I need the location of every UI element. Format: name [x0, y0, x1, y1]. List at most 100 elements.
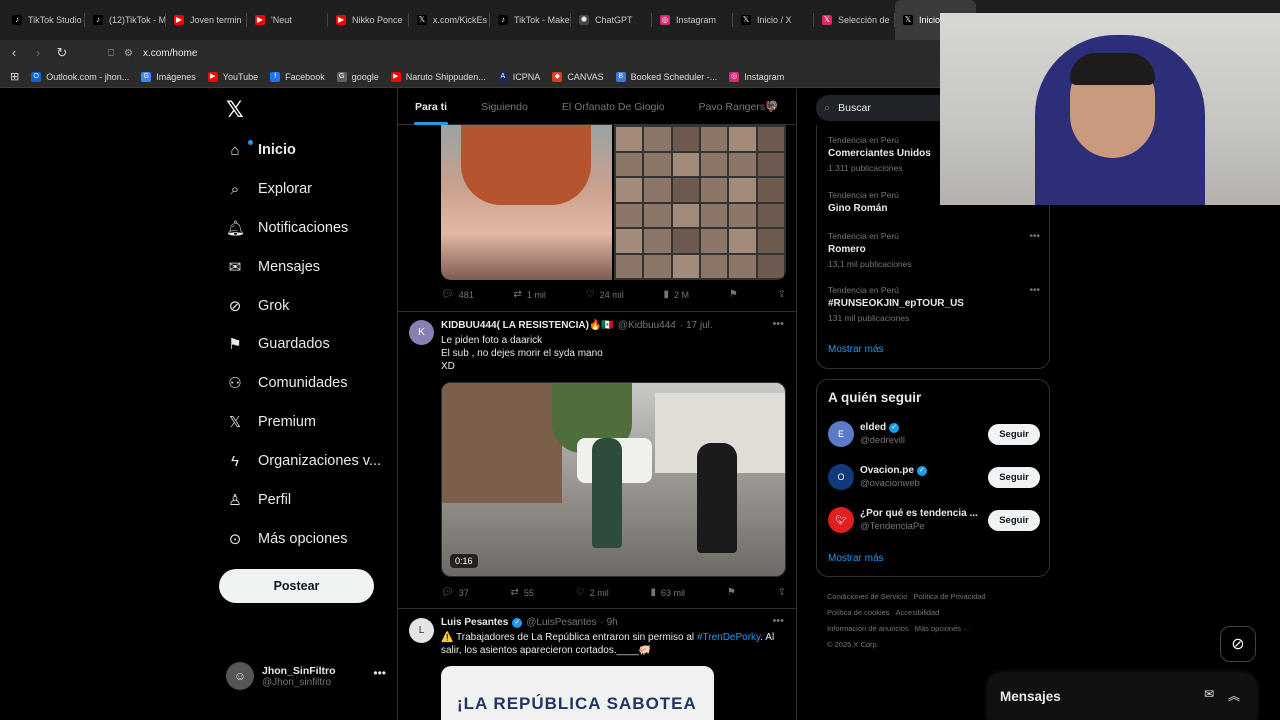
share-button[interactable]: ⇪ — [778, 289, 786, 300]
apps-grid-icon[interactable]: ⊞ — [10, 70, 19, 83]
timeline-tab[interactable]: El Orfanato De Giogio — [545, 89, 682, 125]
forward-icon[interactable]: › — [28, 43, 48, 63]
views-button[interactable]: ▮ 63 mil — [651, 587, 686, 598]
bookmark-item[interactable]: A ICPNA — [497, 71, 540, 82]
bookmark-item[interactable]: B Booked Scheduler -... — [615, 71, 717, 82]
timeline-tab[interactable]: Para ti — [398, 89, 464, 125]
avatar[interactable]: 🐦︎ — [828, 507, 854, 533]
footer-link[interactable]: Información de anuncios — [827, 624, 909, 633]
browser-tab[interactable]: 𝕏 Selección de — [814, 0, 895, 40]
browser-tab[interactable]: ♪ TikTok Studio — [4, 0, 85, 40]
browser-tab[interactable]: ✺ ChatGPT — [571, 0, 652, 40]
repost-button[interactable]: ⇄ 55 — [511, 587, 534, 598]
nav-item-notificaciones[interactable]: 🔔︎ Notificaciones — [226, 216, 348, 240]
more-icon[interactable]: ••• — [373, 666, 386, 680]
author-handle[interactable]: @Kidbuu444 — [618, 320, 676, 331]
browser-tab[interactable]: ♪ (12)TikTok - M — [85, 0, 166, 40]
reply-button[interactable]: 💬︎ 481 — [441, 289, 474, 300]
browser-tab[interactable]: ▶ Joven termin — [166, 0, 247, 40]
trend-item[interactable]: Tendencia en Perú #RUNSEOKJIN_epTOUR_US 13… — [828, 285, 1040, 323]
site-info-icon[interactable]: ⚙ — [124, 48, 133, 59]
home-timeline[interactable]: Para ti Siguiendo El Orfanato De Giogio Pav… — [397, 89, 797, 720]
repost-button[interactable]: ⇄ 1 mil — [514, 289, 546, 300]
nav-item-organizaciones[interactable]: ϟ Organizaciones v... — [226, 449, 381, 473]
bookmark-item[interactable]: ◎ Instagram — [729, 71, 784, 82]
reload-icon[interactable]: ↻ — [52, 43, 72, 63]
url-text[interactable]: x.com/home — [143, 48, 197, 59]
bookmark-item[interactable]: Ggoogle — [336, 71, 379, 82]
avatar[interactable]: O — [828, 464, 854, 490]
tweet-media[interactable] — [441, 125, 786, 280]
avatar[interactable]: E — [828, 421, 854, 447]
avatar[interactable]: K — [409, 320, 434, 345]
footer-link[interactable]: Política de Privacidad — [913, 592, 985, 601]
follow-suggestion[interactable]: O Ovacion.pe ✓ @ovacionweb Seguir — [828, 462, 1040, 492]
footer-link[interactable]: Accesibilidad — [896, 608, 940, 617]
timeline-tab[interactable]: Siguiendo — [464, 89, 545, 125]
follow-button[interactable]: Seguir — [988, 424, 1040, 445]
account-switcher[interactable]: ☺ Jhon_SinFiltro @Jhon_sinfiltro ••• — [226, 660, 386, 692]
expand-chevrons-icon[interactable]: ︽ — [1228, 687, 1240, 704]
author-handle[interactable]: @LuisPesantes — [526, 617, 596, 628]
nav-item-inicio[interactable]: ⌂ Inicio — [226, 138, 296, 162]
hashtag-link[interactable]: #TrenDePorky — [697, 632, 760, 643]
nav-item-mensajes[interactable]: ✉ Mensajes — [226, 255, 320, 279]
grok-button[interactable]: ⊘ — [1220, 626, 1256, 662]
timeline-tab[interactable]: Pavo Rangers🦃 — [682, 89, 796, 125]
browser-tab[interactable]: ♪ TikTok - Make — [490, 0, 571, 40]
url-field[interactable]: ⎕ ⚙ x.com/home — [108, 48, 197, 59]
bookmark-item[interactable]: ▶ YouTube — [207, 71, 258, 82]
nav-item-perfil[interactable]: ♙ Perfil — [226, 488, 291, 512]
browser-tab[interactable]: ◎ Instagram — [652, 0, 733, 40]
more-icon[interactable]: ••• — [772, 615, 784, 627]
browser-tab[interactable]: ▶ 'Neut — [247, 0, 328, 40]
trend-item[interactable]: Tendencia en Perú Romero 13,1 mil publicac… — [828, 231, 1040, 269]
bookmark-item[interactable]: ◆ CANVAS — [552, 71, 604, 82]
messages-drawer[interactable]: Mensajes ✉ ︽ — [988, 673, 1256, 720]
reply-button[interactable]: 💬︎ 37 — [441, 587, 469, 598]
nav-item-comunidades[interactable]: ⚇ Comunidades — [226, 371, 347, 395]
browser-tab[interactable]: 𝕏 Inicio / X — [733, 0, 814, 40]
nav-item-guardados[interactable]: ⚑ Guardados — [226, 332, 329, 356]
nav-item-grok[interactable]: ⊘ Grok — [226, 294, 290, 318]
like-button[interactable]: ♡ 24 mil — [586, 289, 624, 300]
browser-tab[interactable]: ▶ Nikko Ponce — [328, 0, 409, 40]
nav-item-explorar[interactable]: ⌕ Explorar — [226, 177, 312, 201]
show-more-link[interactable]: Mostrar más — [828, 344, 884, 355]
browser-tab[interactable]: 𝕏x.com/KickEs — [409, 0, 490, 40]
follow-suggestion[interactable]: Eelded ✓ @dedrevill Seguir — [828, 419, 1040, 449]
follow-suggestion[interactable]: 🐦︎ ¿Por qué es tendencia ... @TendenciaPe S… — [828, 505, 1040, 535]
bookmark-item[interactable]: O Outlook.com - jhon... — [31, 71, 129, 82]
bookmark-item[interactable]: G Imágenes — [141, 71, 196, 82]
show-more-link[interactable]: Mostrar más — [828, 553, 884, 564]
tweet-video[interactable]: 0:16 — [441, 382, 786, 577]
more-icon[interactable]: ••• — [1029, 231, 1040, 242]
follow-button[interactable]: Seguir — [988, 467, 1040, 488]
views-button[interactable]: ▮ 2 M — [664, 289, 690, 300]
footer-link[interactable]: Condiciones de Servicio — [827, 592, 907, 601]
tweet-image[interactable]: ¡LA REPÚBLICA SABOTEA — [441, 666, 714, 720]
follow-button[interactable]: Seguir — [988, 510, 1040, 531]
footer-link[interactable]: Política de cookies — [827, 608, 890, 617]
like-button[interactable]: ♡ 2 mil — [576, 587, 609, 598]
bookmark-item[interactable]: ▶ Naruto Shippuden... — [390, 71, 486, 82]
share-button[interactable]: ⇪ — [778, 587, 786, 598]
tweet-time[interactable]: · 17 jul. — [680, 320, 713, 331]
bookmark-item[interactable]: f Facebook — [270, 71, 325, 82]
footer-link[interactable]: Más opciones ··· — [915, 624, 971, 633]
back-icon[interactable]: ‹ — [4, 43, 24, 63]
x-logo-icon[interactable]: 𝕏 — [226, 97, 244, 123]
author-name[interactable]: KIDBUU444( LA RESISTENCIA)🔥🇲🇽 — [441, 320, 614, 331]
bookmark-button[interactable]: ⚑ — [727, 587, 736, 598]
new-message-icon[interactable]: ✉ — [1204, 687, 1214, 701]
author-name[interactable]: Luis Pesantes — [441, 617, 508, 628]
nav-item-más[interactable]: ⊙ Más opciones — [226, 527, 348, 551]
post-button[interactable]: Postear — [219, 569, 374, 603]
nav-item-premium[interactable]: 𝕏 Premium — [226, 410, 316, 434]
more-icon[interactable]: ••• — [1029, 285, 1040, 296]
tweet-time[interactable]: · 9h — [600, 617, 617, 628]
bookmark-star-icon[interactable]: ⎕ — [108, 48, 114, 59]
avatar[interactable]: L — [409, 618, 434, 643]
bookmark-button[interactable]: ⚑ — [729, 289, 738, 300]
search-placeholder[interactable]: Buscar — [838, 102, 871, 114]
